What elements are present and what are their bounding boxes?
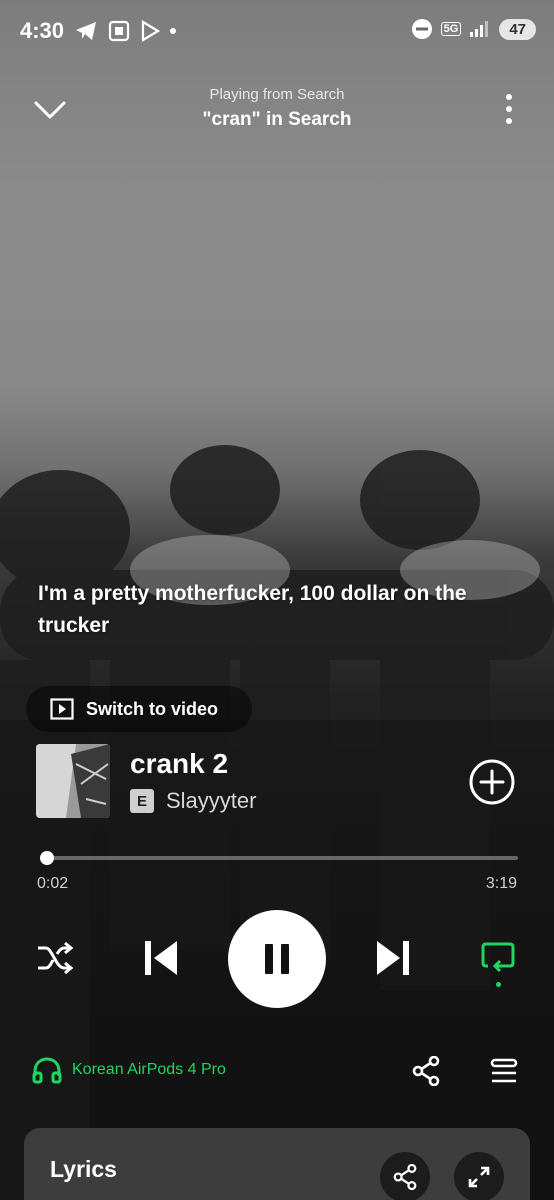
screenshot-icon (108, 20, 130, 42)
device-name: Korean AirPods 4 Pro (72, 1061, 226, 1078)
pause-button[interactable] (228, 910, 326, 1008)
queue-icon[interactable] (490, 1058, 518, 1084)
do-not-disturb-icon (411, 19, 432, 39)
lyrics-share-button[interactable] (380, 1152, 430, 1200)
shuffle-icon[interactable] (36, 940, 74, 976)
album-thumbnail-art (36, 744, 110, 818)
more-vertical-icon[interactable] (504, 92, 514, 126)
switch-to-video-button[interactable]: Switch to video (26, 686, 252, 732)
pause-icon (265, 944, 289, 974)
signal-icon (470, 21, 489, 37)
repeat-active-indicator (496, 982, 501, 987)
artist-name[interactable]: Slayyyter (166, 788, 256, 814)
status-notification-icons (74, 20, 176, 42)
headphones-icon (32, 1057, 62, 1084)
lyrics-heading: Lyrics (50, 1156, 117, 1182)
lyrics-card[interactable]: Lyrics (24, 1128, 530, 1200)
total-duration: 3:19 (485, 875, 517, 892)
skip-previous-icon[interactable] (142, 938, 180, 978)
artist-row: E Slayyyter (130, 788, 256, 814)
battery-indicator: 47 (499, 18, 536, 40)
status-time: 4:30 (20, 18, 65, 43)
progress-bar[interactable] (39, 851, 518, 865)
status-system-icons: 5G 47 (411, 18, 536, 40)
playing-context: Playing from Search "cran" in Search (0, 86, 554, 131)
share-icon[interactable] (412, 1056, 440, 1086)
play-video-icon (50, 698, 74, 720)
connected-device[interactable]: Korean AirPods 4 Pro (32, 1056, 226, 1084)
telegram-icon (76, 22, 96, 40)
progress-handle[interactable] (39, 851, 54, 865)
notification-dot-icon (170, 28, 176, 34)
album-thumbnail[interactable] (36, 744, 110, 818)
playing-context-title: "cran" in Search (202, 109, 352, 130)
elapsed-time: 0:02 (37, 875, 69, 892)
play-store-icon (141, 20, 160, 42)
repeat-icon[interactable] (480, 940, 516, 976)
lyric-line: I'm a pretty motherfucker, 100 dollar on… (38, 582, 467, 637)
add-circle-icon[interactable] (468, 758, 516, 806)
explicit-badge: E (130, 789, 154, 813)
status-bar: 4:30 5G 47 (0, 0, 554, 64)
expand-icon (468, 1166, 490, 1188)
share-icon (393, 1164, 417, 1190)
lyrics-expand-button[interactable] (454, 1152, 504, 1200)
skip-next-icon[interactable] (374, 938, 412, 978)
network-type-label: 5G (440, 22, 462, 36)
switch-to-video-label: Switch to video (86, 698, 219, 719)
playing-context-label: Playing from Search (209, 86, 345, 103)
track-title[interactable]: crank 2 (130, 748, 228, 780)
